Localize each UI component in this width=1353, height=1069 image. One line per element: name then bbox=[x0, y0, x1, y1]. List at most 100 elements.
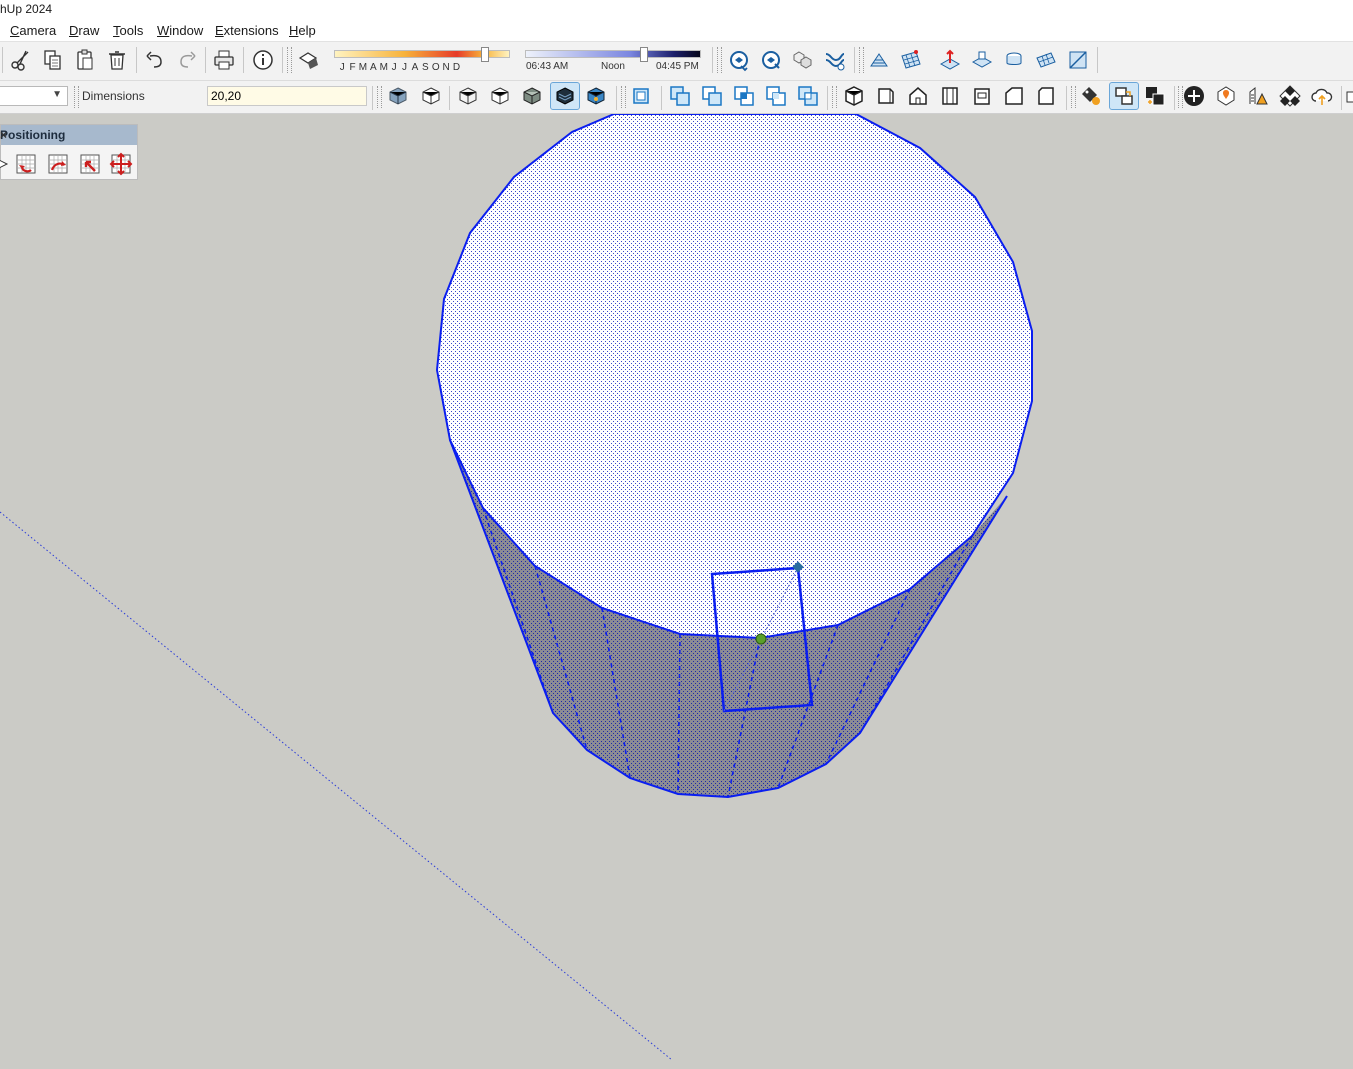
warehouse-icon[interactable] bbox=[727, 48, 751, 72]
position-texture-rotate-left-icon[interactable] bbox=[14, 152, 38, 176]
month-label: M bbox=[379, 62, 388, 73]
time-noon-label: Noon bbox=[601, 61, 625, 72]
outer-shell-icon[interactable] bbox=[630, 84, 654, 108]
close-icon[interactable]: × bbox=[0, 125, 132, 145]
paste-icon[interactable] bbox=[73, 48, 97, 72]
copy-icon[interactable] bbox=[41, 48, 65, 72]
overflow-icon[interactable] bbox=[1346, 84, 1353, 108]
view-back-icon[interactable] bbox=[970, 84, 994, 108]
time-slider-handle[interactable] bbox=[640, 47, 649, 62]
tag-select[interactable]: ▼ bbox=[0, 86, 68, 106]
tag-display-icon[interactable] bbox=[1109, 82, 1139, 110]
trim-icon[interactable] bbox=[732, 84, 756, 108]
position-texture-rotate-right-icon[interactable] bbox=[46, 152, 70, 176]
layer-isolate-icon[interactable] bbox=[1143, 84, 1167, 108]
monochrome-icon[interactable] bbox=[584, 84, 608, 108]
photo-texture-icon[interactable] bbox=[1278, 84, 1302, 108]
shaded-textures-icon[interactable] bbox=[550, 82, 580, 110]
union-icon[interactable] bbox=[668, 84, 692, 108]
model-info-icon[interactable] bbox=[251, 48, 275, 72]
terrain-icon[interactable] bbox=[1246, 84, 1270, 108]
month-labels: JFMAMJJASOND bbox=[337, 62, 517, 73]
components-icon[interactable] bbox=[791, 48, 815, 72]
stamp-icon[interactable] bbox=[970, 48, 994, 72]
toolbar-separator bbox=[205, 47, 206, 73]
view-right-icon[interactable] bbox=[938, 84, 962, 108]
month-label: N bbox=[442, 62, 450, 73]
position-camera-icon[interactable] bbox=[0, 152, 11, 176]
month-label: J bbox=[339, 62, 345, 73]
toolbar-separator bbox=[827, 86, 828, 110]
xray-icon[interactable] bbox=[386, 84, 410, 108]
month-label: M bbox=[358, 62, 368, 73]
toolbar-grip[interactable] bbox=[287, 47, 292, 73]
cut-icon[interactable] bbox=[9, 48, 33, 72]
undo-icon[interactable] bbox=[143, 48, 167, 72]
month-label: A bbox=[370, 62, 377, 73]
toolbar-separator bbox=[712, 47, 713, 73]
view-bottom-icon[interactable] bbox=[1034, 84, 1058, 108]
measurements-label: Dimensions bbox=[82, 89, 145, 103]
cloud-upload-icon[interactable] bbox=[1310, 84, 1334, 108]
subtract-icon[interactable] bbox=[700, 84, 724, 108]
position-texture-move-icon[interactable] bbox=[78, 152, 102, 176]
month-label: A bbox=[411, 62, 419, 73]
toolbar-grip[interactable] bbox=[717, 47, 722, 73]
month-label: D bbox=[452, 62, 461, 73]
intersect-icon[interactable] bbox=[764, 84, 788, 108]
sandbox-contours-icon[interactable] bbox=[867, 48, 891, 72]
split-icon[interactable] bbox=[796, 84, 820, 108]
extension-manager-icon[interactable] bbox=[823, 48, 847, 72]
redo-icon[interactable] bbox=[175, 48, 199, 72]
add-detail-icon[interactable] bbox=[1034, 48, 1058, 72]
tag-tool-icon[interactable] bbox=[1079, 84, 1103, 108]
add-location-icon[interactable] bbox=[1182, 84, 1206, 108]
view-left-icon[interactable] bbox=[1002, 84, 1026, 108]
inference-midpoint-icon bbox=[755, 633, 767, 645]
month-label: F bbox=[349, 62, 356, 73]
sandbox-scratch-icon[interactable] bbox=[899, 48, 923, 72]
print-icon[interactable] bbox=[212, 48, 236, 72]
toolbar-separator bbox=[449, 86, 450, 110]
model-viewport[interactable] bbox=[0, 114, 1353, 1069]
wireframe-icon[interactable] bbox=[456, 84, 480, 108]
drape-icon[interactable] bbox=[1002, 48, 1026, 72]
menu-window[interactable]: Window bbox=[157, 23, 203, 38]
time-slider-track[interactable] bbox=[525, 50, 701, 58]
position-texture-scale-icon[interactable] bbox=[109, 152, 133, 176]
toolbar-grip[interactable] bbox=[377, 86, 382, 108]
menu-draw[interactable]: Draw bbox=[69, 23, 99, 38]
menu-bar: Camera Draw Tools Window Extensions Help bbox=[0, 19, 1353, 42]
toolbar-separator bbox=[372, 86, 373, 110]
month-label: O bbox=[431, 62, 440, 73]
menu-help[interactable]: Help bbox=[289, 23, 316, 38]
menu-extensions[interactable]: Extensions bbox=[215, 23, 279, 38]
toolbar-grip[interactable] bbox=[832, 86, 837, 108]
panel-title-bar[interactable]: Positioning × bbox=[0, 125, 137, 145]
toolbar-grip[interactable] bbox=[859, 47, 864, 73]
toolbar-grip[interactable] bbox=[621, 86, 626, 108]
toolbar-separator bbox=[1174, 86, 1175, 110]
shaded-icon[interactable] bbox=[520, 84, 544, 108]
geo-location-icon[interactable] bbox=[1214, 84, 1238, 108]
view-front-icon[interactable] bbox=[906, 84, 930, 108]
share-model-icon[interactable] bbox=[759, 48, 783, 72]
hidden-line-icon[interactable] bbox=[488, 84, 512, 108]
toolbar-grip[interactable] bbox=[74, 86, 79, 108]
time-end-label: 04:45 PM bbox=[656, 61, 699, 72]
view-iso-icon[interactable] bbox=[842, 84, 866, 108]
toolbar-separator bbox=[661, 86, 662, 110]
view-top-icon[interactable] bbox=[874, 84, 898, 108]
date-slider-handle[interactable] bbox=[480, 47, 489, 62]
smoove-icon[interactable] bbox=[938, 48, 962, 72]
flip-edge-icon[interactable] bbox=[1066, 48, 1090, 72]
back-edges-icon[interactable] bbox=[419, 84, 443, 108]
toolbar-grip[interactable] bbox=[1071, 86, 1076, 108]
toolbar-separator bbox=[243, 47, 244, 73]
toolbar-separator bbox=[2, 47, 3, 73]
menu-tools[interactable]: Tools bbox=[113, 23, 143, 38]
measurements-input[interactable] bbox=[207, 86, 367, 106]
shadows-toggle-icon[interactable] bbox=[296, 48, 320, 72]
delete-icon[interactable] bbox=[105, 48, 129, 72]
menu-camera[interactable]: Camera bbox=[10, 23, 56, 38]
